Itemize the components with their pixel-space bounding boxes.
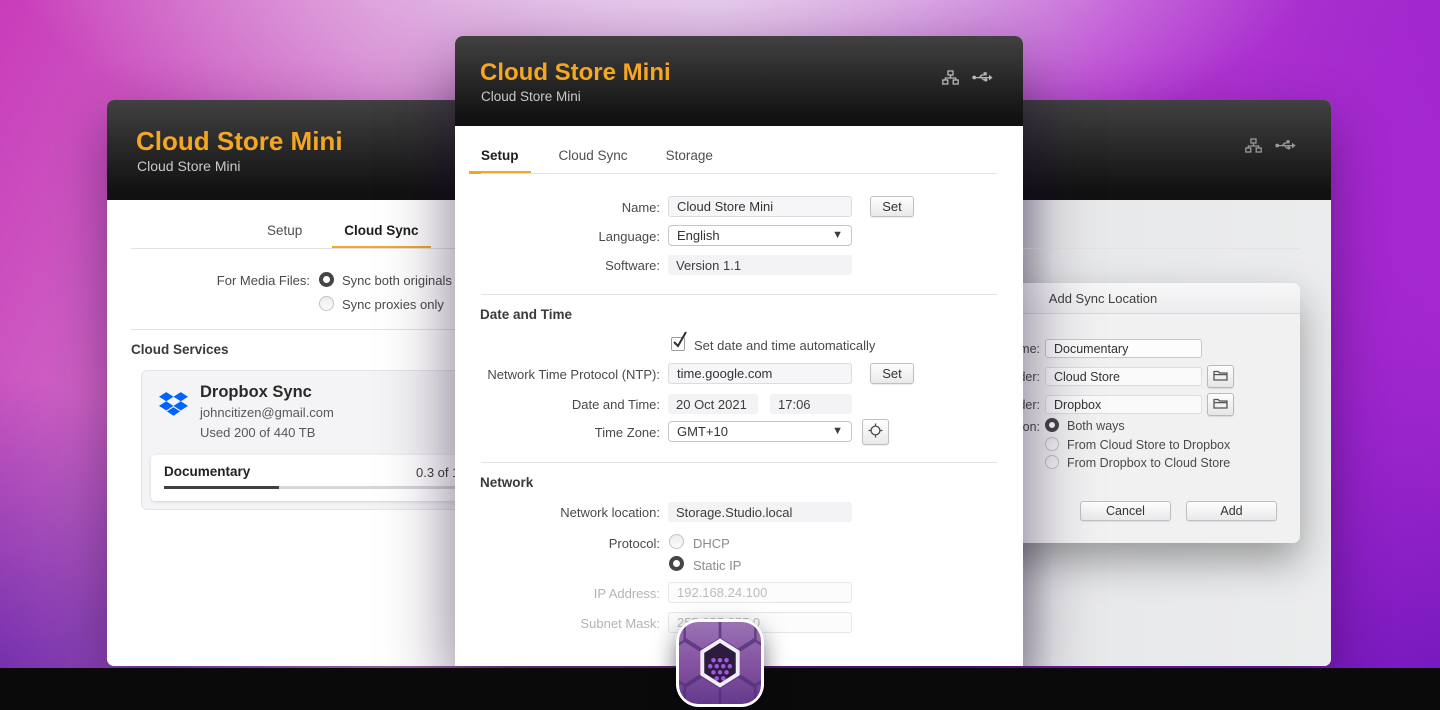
radio-sync-proxies-label: Sync proxies only xyxy=(342,297,444,312)
radio-sync-proxies[interactable] xyxy=(319,296,334,311)
timezone-locate-button[interactable] xyxy=(862,419,889,445)
back-window-subtitle: Cloud Store Mini xyxy=(137,158,241,174)
radio-dhcp-label: DHCP xyxy=(693,536,730,551)
tabs-divider xyxy=(481,173,997,174)
date-time-heading: Date and Time xyxy=(480,307,572,322)
network-location-label: Network location: xyxy=(460,505,660,520)
screen: Cloud Store Mini Cloud Store Mini xyxy=(0,0,1440,710)
name-label: Name: xyxy=(460,200,660,215)
auto-datetime-label: Set date and time automatically xyxy=(694,338,875,353)
dropbox-folder-browse-button[interactable] xyxy=(1207,393,1234,416)
ntp-label: Network Time Protocol (NTP): xyxy=(460,367,660,382)
radio-both-ways-label: Both ways xyxy=(1067,419,1125,433)
tab-setup[interactable]: Setup xyxy=(255,223,314,249)
tab-cloud-sync[interactable]: Cloud Sync xyxy=(332,223,430,249)
service-account: johncitizen@gmail.com xyxy=(200,405,334,420)
folder-icon xyxy=(1213,368,1228,386)
ip-address-label: IP Address: xyxy=(460,586,660,601)
front-window: Cloud Store Mini Cloud Store Mini xyxy=(455,36,1023,666)
subnet-mask-label: Subnet Mask: xyxy=(460,616,660,631)
service-usage: Used 200 of 440 TB xyxy=(200,425,315,440)
chevron-down-icon: ▼ xyxy=(832,426,843,437)
cancel-button[interactable]: Cancel xyxy=(1080,501,1171,521)
tab-storage[interactable]: Storage xyxy=(654,148,725,174)
date-value: 20 Oct 2021 xyxy=(668,394,758,414)
sync-progress-fill xyxy=(164,486,279,489)
language-value: English xyxy=(677,228,720,243)
set-name-button[interactable]: Set xyxy=(870,196,914,217)
radio-sync-both[interactable] xyxy=(319,272,334,287)
ip-address-input[interactable]: 192.168.24.100 xyxy=(668,582,852,603)
cloud-services-heading: Cloud Services xyxy=(131,342,229,357)
tab-setup[interactable]: Setup xyxy=(469,148,531,174)
dialog-name-input[interactable]: Documentary xyxy=(1045,339,1202,358)
name-input[interactable]: Cloud Store Mini xyxy=(668,196,852,217)
usb-status-icon xyxy=(972,71,993,84)
timezone-label: Time Zone: xyxy=(460,425,660,440)
section-divider xyxy=(481,462,997,463)
dialog-dropbox-folder-input[interactable]: Dropbox xyxy=(1045,395,1202,414)
media-files-label: For Media Files: xyxy=(107,273,310,288)
dropbox-icon xyxy=(159,392,188,422)
front-window-tabs: Setup Cloud Sync Storage xyxy=(469,148,725,174)
ntp-input[interactable]: time.google.com xyxy=(668,363,852,384)
dialog-cloudstore-folder-input[interactable]: Cloud Store xyxy=(1045,367,1202,386)
radio-static-ip[interactable] xyxy=(669,556,684,571)
datetime-label: Date and Time: xyxy=(460,397,660,412)
crosshair-target-icon xyxy=(868,423,883,441)
network-heading: Network xyxy=(480,475,533,490)
cloud-store-app-icon[interactable] xyxy=(676,619,764,707)
software-version: Version 1.1 xyxy=(668,255,852,275)
time-value: 17:06 xyxy=(770,394,852,414)
chevron-down-icon: ▼ xyxy=(832,230,843,241)
cloudstore-folder-browse-button[interactable] xyxy=(1207,365,1234,388)
add-button[interactable]: Add xyxy=(1186,501,1277,521)
front-window-header: Cloud Store Mini Cloud Store Mini xyxy=(455,36,1023,126)
network-status-icon xyxy=(942,70,959,85)
back-window-title: Cloud Store Mini xyxy=(136,126,343,157)
sync-location-name: Documentary xyxy=(164,464,250,479)
front-window-subtitle: Cloud Store Mini xyxy=(481,89,581,104)
front-window-title: Cloud Store Mini xyxy=(480,59,671,87)
radio-both-ways[interactable] xyxy=(1045,418,1059,432)
radio-dropbox-to-cloudstore[interactable] xyxy=(1045,455,1059,469)
network-location-value: Storage.Studio.local xyxy=(668,502,852,522)
radio-cloudstore-to-dropbox-label: From Cloud Store to Dropbox xyxy=(1067,438,1230,452)
software-label: Software: xyxy=(460,258,660,273)
usb-status-icon xyxy=(1275,139,1296,152)
language-label: Language: xyxy=(460,229,660,244)
radio-cloudstore-to-dropbox[interactable] xyxy=(1045,437,1059,451)
timezone-select[interactable]: GMT+10 ▼ xyxy=(668,421,852,442)
checkmark-icon xyxy=(672,329,688,354)
set-ntp-button[interactable]: Set xyxy=(870,363,914,384)
tab-cloud-sync[interactable]: Cloud Sync xyxy=(547,148,640,174)
service-name: Dropbox Sync xyxy=(200,383,312,402)
network-status-icon xyxy=(1245,138,1262,153)
dialog-title: Add Sync Location xyxy=(1049,291,1157,306)
radio-dhcp[interactable] xyxy=(669,534,684,549)
radio-static-ip-label: Static IP xyxy=(693,558,741,573)
protocol-label: Protocol: xyxy=(460,536,660,551)
section-divider xyxy=(481,294,997,295)
folder-icon xyxy=(1213,396,1228,414)
radio-dropbox-to-cloudstore-label: From Dropbox to Cloud Store xyxy=(1067,456,1230,470)
timezone-value: GMT+10 xyxy=(677,424,728,439)
language-select[interactable]: English ▼ xyxy=(668,225,852,246)
